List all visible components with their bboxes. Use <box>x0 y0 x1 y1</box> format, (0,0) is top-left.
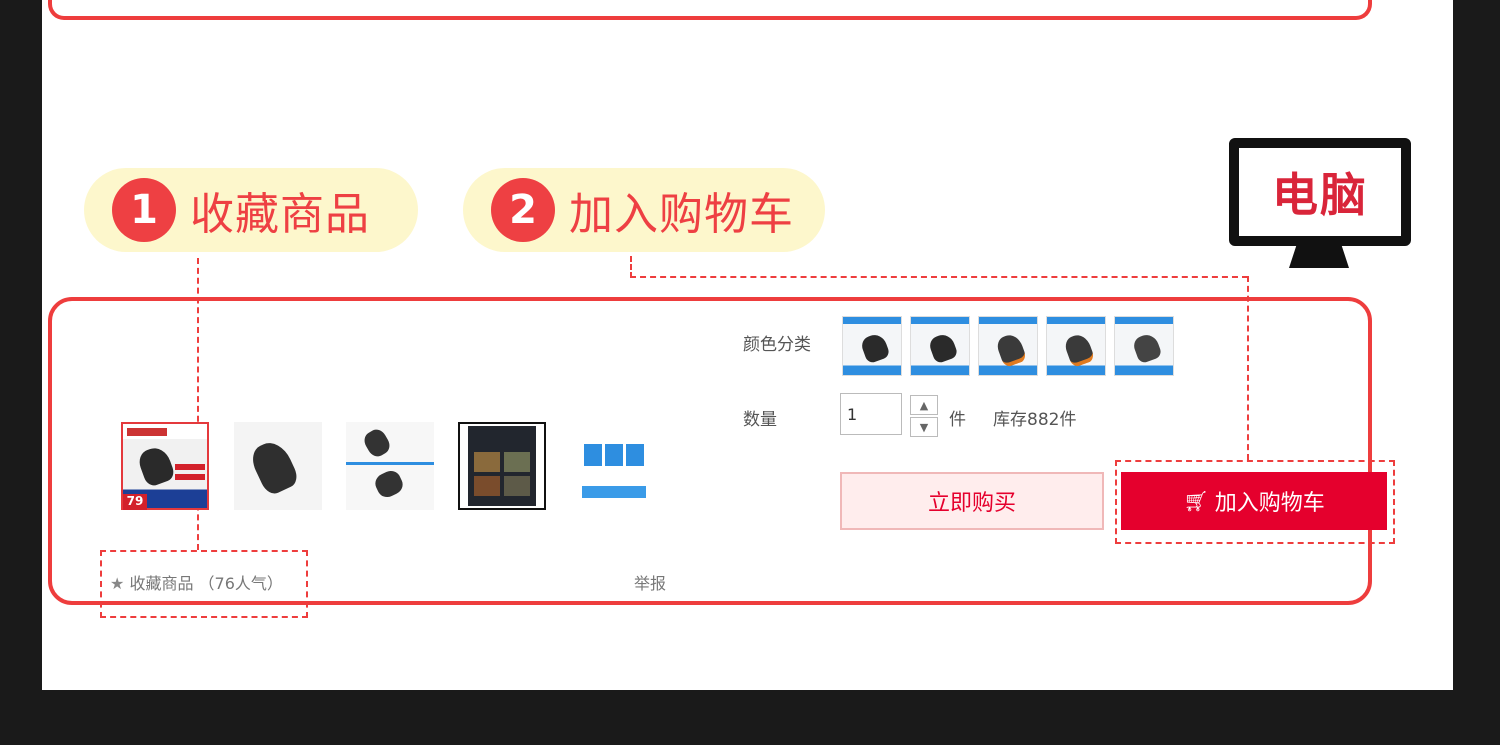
thumb-block <box>605 444 623 466</box>
report-link[interactable]: 举报 <box>634 570 666 594</box>
thumb-photo <box>474 476 500 496</box>
thumb-block <box>626 444 644 466</box>
scanner-image <box>1131 331 1163 365</box>
scanner-image <box>1062 331 1096 369</box>
chevron-down-icon[interactable]: ▼ <box>910 417 938 437</box>
thumb-block <box>584 444 602 466</box>
color-swatch-3[interactable] <box>978 316 1038 376</box>
thumb-photo <box>504 452 530 472</box>
scanner-image <box>360 426 394 460</box>
stock-text: 库存882件 <box>993 410 1077 430</box>
color-swatch-2[interactable] <box>910 316 970 376</box>
thumb-photo <box>474 452 500 472</box>
scanner-image <box>927 331 959 365</box>
quantity-unit: 件 <box>949 410 966 430</box>
thumb-tag <box>175 464 205 470</box>
thumb-photo <box>504 476 530 496</box>
color-swatch-5[interactable] <box>1114 316 1174 376</box>
connector-cart-horizontal <box>630 276 1248 278</box>
thumb-price: 79 <box>123 494 147 510</box>
highlight-add-cart <box>1115 460 1395 544</box>
thumb-tag <box>175 474 205 480</box>
badge-number-2: 2 <box>491 178 555 242</box>
monitor-screen: 电脑 <box>1229 138 1411 246</box>
product-thumb-3[interactable] <box>346 422 434 510</box>
color-label: 颜色分类 <box>743 335 811 355</box>
highlight-favorite <box>100 550 308 618</box>
monitor-stand <box>1289 246 1349 268</box>
badge-number-1: 1 <box>112 178 176 242</box>
scanner-image <box>859 331 891 365</box>
badge-label-favorite: 收藏商品 <box>190 189 370 240</box>
chevron-up-icon[interactable]: ▲ <box>910 395 938 415</box>
badge-add-cart: 2 加入购物车 <box>463 168 825 252</box>
color-swatch-1[interactable] <box>842 316 902 376</box>
badge-favorite: 1 收藏商品 <box>84 168 418 252</box>
monitor-label: 电脑 <box>1272 168 1368 222</box>
buy-now-button[interactable]: 立即购买 <box>840 472 1104 530</box>
badge-label-add-cart: 加入购物车 <box>569 189 794 240</box>
desktop-monitor-icon: 电脑 <box>1229 138 1411 270</box>
product-thumb-2[interactable] <box>234 422 322 510</box>
scanner-image <box>372 467 406 501</box>
previous-section-frame <box>48 0 1372 20</box>
thumb-banner <box>127 428 167 436</box>
color-swatch-4[interactable] <box>1046 316 1106 376</box>
thumb-divider <box>346 462 434 465</box>
connector-cart-drop <box>630 256 632 278</box>
product-thumb-4[interactable] <box>458 422 546 510</box>
product-thumb-5[interactable] <box>570 422 658 510</box>
quantity-input[interactable]: 1 <box>840 393 902 435</box>
thumb-bar <box>582 486 646 498</box>
product-thumb-1[interactable]: 79 <box>121 422 209 510</box>
scanner-image <box>247 436 301 498</box>
quantity-label: 数量 <box>743 410 777 430</box>
scanner-image <box>994 331 1028 369</box>
scanner-image <box>135 443 177 489</box>
